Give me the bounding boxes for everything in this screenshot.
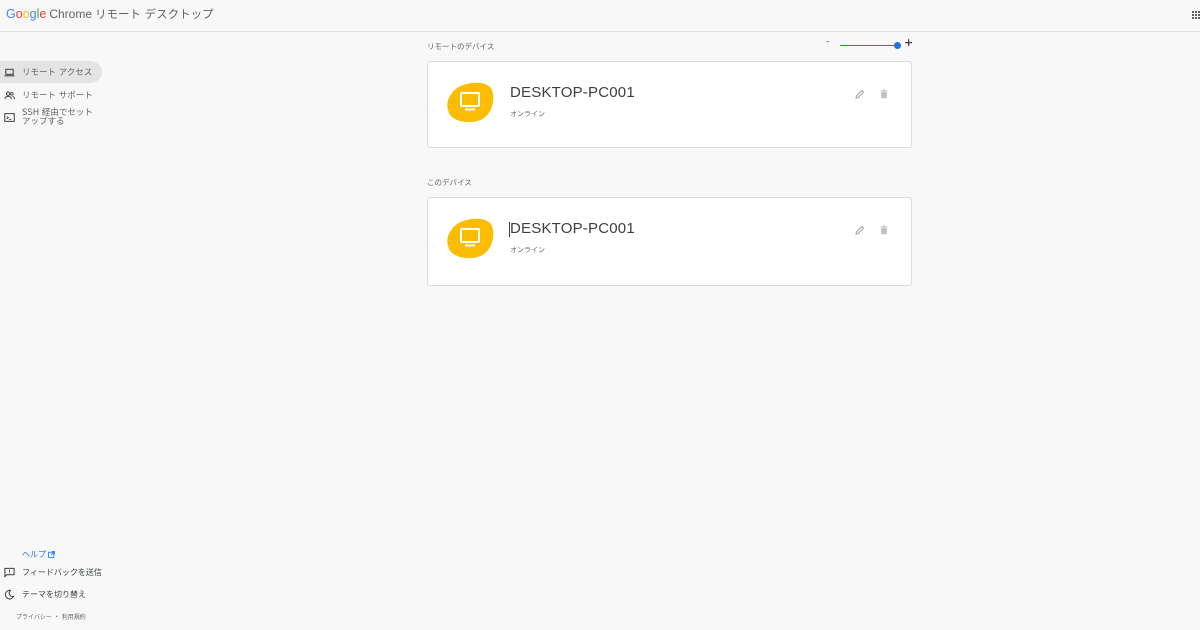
- feedback-icon: [3, 566, 15, 578]
- sidebar-item-remote-access[interactable]: リモート アクセス: [0, 61, 102, 83]
- theme-label: テーマを切り替え: [22, 589, 86, 599]
- laptop-icon: [3, 66, 15, 78]
- this-device-card[interactable]: DESKTOP-PC001 オンライン: [427, 197, 912, 286]
- people-icon: [3, 89, 15, 101]
- theme-toggle-button[interactable]: テーマを切り替え: [0, 588, 86, 600]
- zoom-thumb[interactable]: [894, 42, 901, 49]
- pencil-icon[interactable]: [855, 89, 865, 99]
- legal-links[interactable]: プライバシー ・ 利用規約: [16, 612, 86, 621]
- open-in-new-icon: [48, 551, 55, 558]
- remote-device-card[interactable]: DESKTOP-PC001 オンライン: [427, 61, 912, 148]
- help-label: ヘルプ: [22, 550, 46, 559]
- sidebar-item-label: リモート アクセス: [22, 68, 93, 78]
- pencil-icon[interactable]: [855, 225, 865, 235]
- trash-icon[interactable]: [879, 89, 889, 99]
- device-avatar: [446, 81, 494, 123]
- app-title: リモート デスクトップ: [95, 7, 214, 21]
- google-wordmark: Google: [6, 7, 47, 21]
- moon-icon: [3, 588, 15, 600]
- device-avatar: [446, 217, 494, 259]
- device-status: オンライン: [510, 246, 545, 254]
- app-header: Google Chrome リモート デスクトップ: [0, 0, 1200, 32]
- help-link[interactable]: ヘルプ: [22, 549, 55, 560]
- this-device-title: このデバイス: [427, 178, 472, 187]
- remote-devices-title: リモートのデバイス: [427, 42, 495, 51]
- zoom-out-button[interactable]: -: [826, 37, 829, 47]
- terminal-icon: [3, 111, 15, 123]
- zoom-track[interactable]: [840, 45, 898, 46]
- feedback-label: フィードバックを送信: [22, 567, 102, 577]
- trash-icon[interactable]: [879, 225, 889, 235]
- sidebar-item-label: リモート サポート: [22, 91, 93, 101]
- chrome-wordmark: Chrome: [49, 7, 93, 21]
- device-name[interactable]: DESKTOP-PC001: [510, 220, 635, 237]
- app-logo[interactable]: Google Chrome リモート デスクトップ: [6, 7, 214, 21]
- sidebar-item-label: SSH 経由でセットアップする: [22, 108, 93, 127]
- sidebar-item-remote-support[interactable]: リモート サポート: [0, 84, 102, 106]
- sidebar-item-ssh-setup[interactable]: SSH 経由でセットアップする: [0, 108, 102, 134]
- sidebar: リモート アクセス リモート サポート SSH 経由でセットアップする ヘルプ …: [0, 32, 110, 630]
- device-name: DESKTOP-PC001: [510, 84, 635, 101]
- zoom-slider[interactable]: - +: [826, 36, 914, 52]
- apps-grid-icon[interactable]: [1192, 11, 1200, 19]
- device-status: オンライン: [510, 110, 545, 118]
- zoom-in-button[interactable]: +: [904, 36, 913, 49]
- feedback-button[interactable]: フィードバックを送信: [0, 566, 102, 578]
